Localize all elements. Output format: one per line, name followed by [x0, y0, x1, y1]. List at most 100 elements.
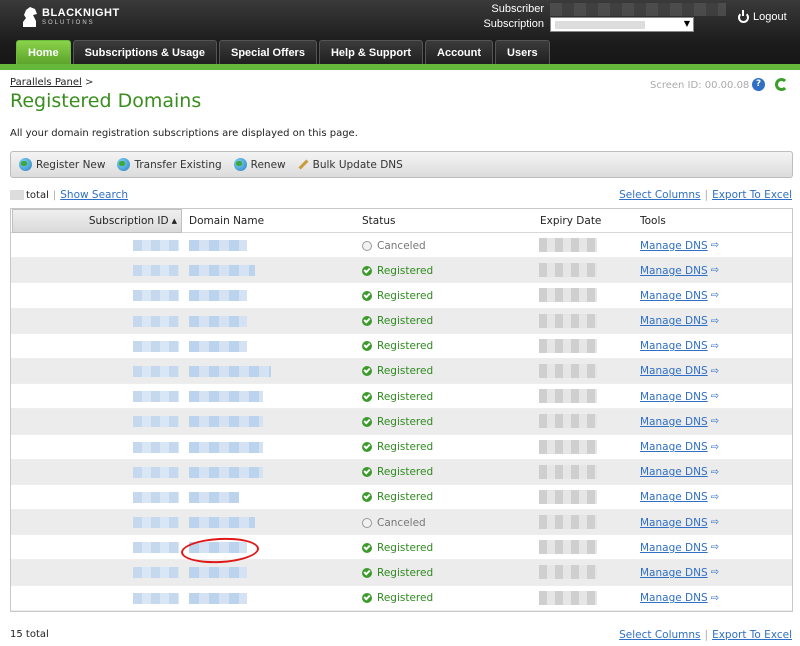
domain-name-link[interactable] [189, 265, 255, 277]
tab-home[interactable]: Home [16, 40, 71, 65]
manage-dns-link[interactable]: Manage DNS [640, 542, 708, 554]
domain-name-link[interactable] [189, 365, 271, 377]
domain-name-link[interactable] [189, 340, 247, 352]
domain-name-link[interactable] [189, 240, 247, 251]
domain-name-link[interactable] [189, 517, 255, 529]
table-row[interactable]: Registered Manage DNS ⇨ [11, 535, 792, 561]
subscription-id-cell [133, 265, 179, 277]
domain-name-link[interactable] [189, 315, 247, 327]
select-columns-link[interactable]: Select Columns [619, 629, 700, 641]
manage-dns-link[interactable]: Manage DNS [640, 391, 708, 403]
column-header-status[interactable]: Status [362, 209, 395, 233]
table-row[interactable]: Registered Manage DNS ⇨ [11, 258, 792, 284]
table-row[interactable]: Registered Manage DNS ⇨ [11, 459, 792, 485]
breadcrumb-parallels-panel[interactable]: Parallels Panel [10, 77, 82, 88]
table-row[interactable]: Registered Manage DNS ⇨ [11, 283, 792, 309]
status-label: Registered [377, 315, 434, 328]
status-label: Registered [377, 340, 434, 353]
manage-dns-link[interactable]: Manage DNS [640, 315, 708, 327]
knight-icon [23, 7, 37, 27]
manage-dns-link[interactable]: Manage DNS [640, 240, 708, 252]
table-row[interactable]: Registered Manage DNS ⇨ [11, 333, 792, 359]
export-to-excel-link[interactable]: Export To Excel [712, 189, 792, 201]
external-link-icon: ⇨ [710, 542, 720, 554]
status-cell: Registered [362, 435, 433, 460]
tab-subscriptions-usage[interactable]: Subscriptions & Usage [72, 40, 217, 65]
separator: | [704, 189, 709, 201]
help-icon[interactable]: ? [752, 78, 765, 91]
tab-account[interactable]: Account [425, 40, 494, 65]
blacknight-logo[interactable]: BLACKNIGHT SOLUTIONS [20, 6, 120, 36]
column-header-subscription-id[interactable]: Subscription ID ▲ [12, 209, 182, 233]
bulk-update-dns-button[interactable]: Bulk Update DNS [298, 159, 403, 171]
table-row[interactable]: Registered Manage DNS ⇨ [11, 308, 792, 334]
register-new-button[interactable]: Register New [19, 158, 105, 171]
domain-name-link[interactable] [189, 466, 263, 478]
empty-circle-icon [362, 240, 372, 251]
table-row[interactable]: Canceled Manage DNS ⇨ [11, 510, 792, 536]
breadcrumb-separator: > [85, 77, 94, 88]
status-cell: Registered [362, 359, 433, 384]
domain-name-link[interactable] [189, 441, 263, 453]
external-link-icon: ⇨ [710, 567, 720, 579]
domain-name-link[interactable] [189, 592, 247, 604]
tools-cell: Manage DNS ⇨ [640, 485, 719, 510]
column-label: Subscription ID [88, 215, 169, 227]
manage-dns-link[interactable]: Manage DNS [640, 517, 708, 529]
manage-dns-link[interactable]: Manage DNS [640, 441, 708, 453]
total-count-bottom: 15 total [10, 629, 49, 640]
manage-dns-link[interactable]: Manage DNS [640, 416, 708, 428]
manage-dns-link[interactable]: Manage DNS [640, 290, 708, 302]
subscription-id-cell [133, 340, 179, 352]
domain-name-link[interactable] [189, 391, 263, 403]
domain-name-link[interactable] [189, 491, 239, 503]
tab-help-support[interactable]: Help & Support [318, 40, 424, 65]
domain-name-link[interactable] [189, 416, 263, 428]
check-circle-icon [362, 467, 372, 478]
table-row[interactable]: Registered Manage DNS ⇨ [11, 484, 792, 511]
status-label: Registered [377, 390, 434, 403]
check-circle-icon [362, 391, 372, 402]
domain-name-link[interactable] [189, 290, 247, 302]
expiry-date-cell [539, 590, 597, 605]
table-row[interactable]: Registered Manage DNS ⇨ [11, 560, 792, 586]
manage-dns-link[interactable]: Manage DNS [640, 340, 708, 352]
subscription-id-cell [133, 567, 179, 579]
logo-subtext: SOLUTIONS [42, 20, 95, 26]
table-row[interactable]: Registered Manage DNS ⇨ [11, 384, 792, 410]
export-to-excel-link[interactable]: Export To Excel [712, 629, 792, 641]
expiry-date-cell [539, 389, 597, 404]
pencil-icon [298, 159, 309, 170]
tab-users[interactable]: Users [495, 40, 550, 65]
table-row[interactable]: Registered Manage DNS ⇨ [11, 358, 792, 385]
select-columns-link[interactable]: Select Columns [619, 189, 700, 201]
column-header-domain-name[interactable]: Domain Name [189, 209, 264, 233]
manage-dns-link[interactable]: Manage DNS [640, 592, 708, 604]
manage-dns-link[interactable]: Manage DNS [640, 491, 708, 503]
renew-button[interactable]: Renew [233, 158, 286, 171]
manage-dns-link[interactable]: Manage DNS [640, 466, 708, 478]
table-row[interactable]: Registered Manage DNS ⇨ [11, 434, 792, 460]
expiry-date-cell [539, 565, 597, 580]
manage-dns-link[interactable]: Manage DNS [640, 567, 708, 579]
show-search-link[interactable]: Show Search [60, 189, 128, 201]
tab-special-offers[interactable]: Special Offers [218, 40, 317, 65]
column-header-tools: Tools [640, 215, 666, 227]
logout-button[interactable]: Logout [738, 9, 787, 23]
chevron-down-icon: ▼ [683, 19, 690, 28]
manage-dns-link[interactable]: Manage DNS [640, 365, 708, 377]
refresh-icon[interactable] [775, 78, 788, 91]
expiry-date-cell [539, 238, 597, 252]
subscription-select[interactable]: ▼ [550, 17, 694, 32]
subscription-id-cell [133, 542, 179, 554]
status-cell: Canceled [362, 510, 426, 535]
domain-name-link[interactable] [189, 567, 247, 579]
transfer-existing-button[interactable]: Transfer Existing [117, 158, 222, 171]
manage-dns-link[interactable]: Manage DNS [640, 265, 708, 277]
status-cell: Registered [362, 384, 433, 409]
table-row[interactable]: Canceled Manage DNS ⇨ [11, 233, 792, 259]
tools-cell: Manage DNS ⇨ [640, 435, 719, 460]
column-header-expiry-date[interactable]: Expiry Date [540, 209, 601, 233]
table-row[interactable]: Registered Manage DNS ⇨ [11, 409, 792, 435]
table-row[interactable]: Registered Manage DNS ⇨ [11, 585, 792, 611]
